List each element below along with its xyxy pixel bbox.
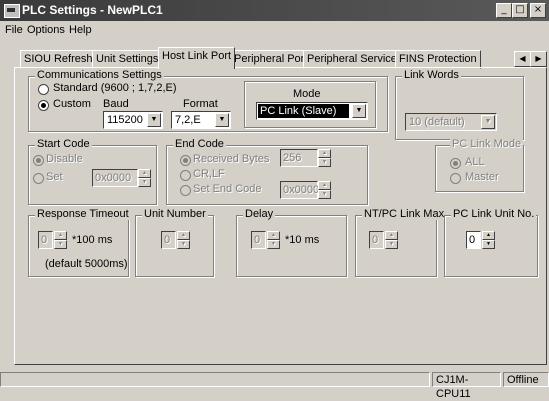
chevron-down-icon: ▼ bbox=[147, 113, 161, 127]
response-timeout-input[interactable]: 0 bbox=[38, 231, 53, 249]
pc-link-mode-master-radio[interactable] bbox=[450, 173, 461, 184]
nt-pc-link-max-spinner[interactable]: ▲ ▼ bbox=[385, 231, 398, 249]
tab-scroll-left-button[interactable]: ◀ bbox=[514, 51, 531, 67]
window-title: PLC Settings - NewPLC1 bbox=[22, 3, 163, 17]
menu-bar: File Options Help bbox=[0, 21, 549, 39]
response-timeout-group: Response Timeout 0 ▲ ▼ *100 ms (default 5… bbox=[28, 208, 131, 277]
host-link-port-panel: Communications Settings Standard (9600 ;… bbox=[14, 67, 547, 365]
delay-group: Delay 0 ▲ ▼ *10 ms bbox=[236, 208, 347, 277]
communications-settings-legend: Communications Settings bbox=[35, 69, 164, 81]
baud-label: Baud bbox=[103, 98, 129, 110]
nt-pc-link-max-legend: NT/PC Link Max bbox=[362, 208, 447, 220]
format-value: 7,2,E bbox=[175, 114, 201, 126]
nt-pc-link-max-input[interactable]: 0 bbox=[369, 231, 384, 249]
menu-file[interactable]: File bbox=[5, 24, 23, 36]
chevron-down-icon: ▼ bbox=[352, 104, 366, 118]
start-code-disable-radio[interactable] bbox=[33, 155, 44, 166]
pc-link-mode-all-radio[interactable] bbox=[450, 158, 461, 169]
menu-help[interactable]: Help bbox=[69, 24, 92, 36]
start-code-disable-label: Disable bbox=[46, 153, 83, 165]
minimize-button[interactable]: _ bbox=[496, 3, 512, 18]
custom-label: Custom bbox=[53, 98, 91, 110]
pc-link-unit-no-legend: PC Link Unit No. bbox=[451, 208, 537, 220]
mode-label: Mode bbox=[293, 88, 321, 100]
pc-link-unit-no-spinner[interactable]: ▲ ▼ bbox=[482, 231, 495, 249]
close-button[interactable]: × bbox=[530, 3, 546, 18]
communications-settings-group: Communications Settings Standard (9600 ;… bbox=[28, 69, 388, 132]
link-words-value: 10 (default) bbox=[409, 116, 465, 128]
baud-value: 115200 bbox=[107, 114, 143, 126]
status-bar: CJ1M-CPU11 Offline bbox=[0, 370, 549, 400]
delay-unit: *10 ms bbox=[285, 234, 320, 246]
set-end-code-radio[interactable] bbox=[180, 185, 191, 196]
menu-options[interactable]: Options bbox=[27, 24, 65, 36]
response-timeout-unit: *100 ms bbox=[72, 234, 113, 246]
baud-select[interactable]: 115200 ▼ bbox=[103, 111, 163, 129]
start-code-set-label: Set bbox=[46, 171, 63, 183]
pc-link-unit-no-group: PC Link Unit No. 0 ▲ ▼ bbox=[444, 208, 538, 277]
start-code-set-radio[interactable] bbox=[33, 173, 44, 184]
mode-group: Mode PC Link (Slave) ▼ bbox=[244, 81, 376, 128]
link-words-legend: Link Words bbox=[402, 69, 461, 81]
tab-strip: SIOU Refresh Unit Settings Host Link Por… bbox=[0, 46, 549, 69]
crlf-radio[interactable] bbox=[180, 170, 191, 181]
unit-number-group: Unit Number 0 ▲ ▼ bbox=[135, 208, 214, 277]
delay-legend: Delay bbox=[243, 208, 276, 220]
set-end-code-label: Set End Code bbox=[193, 183, 262, 195]
start-code-spinner[interactable]: ▲ ▼ bbox=[138, 169, 151, 187]
unit-number-legend: Unit Number bbox=[142, 208, 208, 220]
response-timeout-default-note: (default 5000ms) bbox=[45, 258, 128, 270]
start-code-group: Start Code Disable Set 0x0000 ▲ ▼ bbox=[28, 138, 157, 205]
link-words-group: Link Words 10 (default) ▼ bbox=[395, 69, 524, 140]
standard-label: Standard (9600 ; 1,7,2,E) bbox=[53, 82, 177, 94]
end-code-group: End Code Received Bytes 256 ▲ ▼ CR,LF Set… bbox=[166, 138, 368, 205]
custom-radio[interactable] bbox=[38, 100, 49, 111]
status-message bbox=[0, 372, 430, 387]
chevron-down-icon: ▼ bbox=[481, 115, 495, 129]
delay-spinner[interactable]: ▲ ▼ bbox=[267, 231, 280, 249]
pc-link-mode-all-label: ALL bbox=[465, 156, 485, 168]
unit-number-input[interactable]: 0 bbox=[161, 231, 176, 249]
received-bytes-label: Received Bytes bbox=[193, 153, 270, 165]
chevron-down-icon: ▼ bbox=[215, 113, 229, 127]
end-code-legend: End Code bbox=[173, 138, 226, 150]
tab-host-link-port[interactable]: Host Link Port bbox=[158, 47, 236, 69]
received-bytes-input[interactable]: 256 bbox=[280, 149, 318, 167]
pc-link-unit-no-input[interactable]: 0 bbox=[466, 231, 481, 249]
set-end-code-spinner[interactable]: ▲ ▼ bbox=[318, 181, 331, 199]
format-label: Format bbox=[183, 98, 218, 110]
plc-settings-window: PLC Settings - NewPLC1 _ □ × File Option… bbox=[0, 0, 549, 400]
response-timeout-spinner[interactable]: ▲ ▼ bbox=[54, 231, 67, 249]
mode-select[interactable]: PC Link (Slave) ▼ bbox=[256, 102, 368, 120]
response-timeout-legend: Response Timeout bbox=[35, 208, 131, 220]
app-icon bbox=[4, 4, 20, 18]
format-select[interactable]: 7,2,E ▼ bbox=[171, 111, 231, 129]
received-bytes-spinner[interactable]: ▲ ▼ bbox=[318, 149, 331, 167]
mode-value: PC Link (Slave) bbox=[258, 104, 349, 118]
standard-radio[interactable] bbox=[38, 84, 49, 95]
unit-number-spinner[interactable]: ▲ ▼ bbox=[177, 231, 190, 249]
tab-scroll-right-button[interactable]: ▶ bbox=[530, 51, 547, 67]
pc-link-mode-group: PC Link Mode ALL Master bbox=[435, 138, 524, 192]
link-words-select[interactable]: 10 (default) ▼ bbox=[405, 113, 497, 131]
received-bytes-radio[interactable] bbox=[180, 155, 191, 166]
start-code-legend: Start Code bbox=[35, 138, 92, 150]
status-connection: Offline bbox=[503, 372, 549, 387]
set-end-code-input[interactable]: 0x0000 bbox=[280, 181, 319, 199]
pc-link-mode-legend: PC Link Mode bbox=[450, 138, 524, 150]
maximize-button[interactable]: □ bbox=[512, 3, 528, 18]
nt-pc-link-max-group: NT/PC Link Max 0 ▲ ▼ bbox=[355, 208, 447, 277]
start-code-input[interactable]: 0x0000 bbox=[92, 169, 138, 187]
delay-input[interactable]: 0 bbox=[251, 231, 266, 249]
crlf-label: CR,LF bbox=[193, 168, 225, 180]
pc-link-mode-master-label: Master bbox=[465, 171, 499, 183]
status-cpu-model: CJ1M-CPU11 bbox=[432, 372, 501, 400]
title-bar[interactable]: PLC Settings - NewPLC1 _ □ × bbox=[0, 0, 549, 21]
